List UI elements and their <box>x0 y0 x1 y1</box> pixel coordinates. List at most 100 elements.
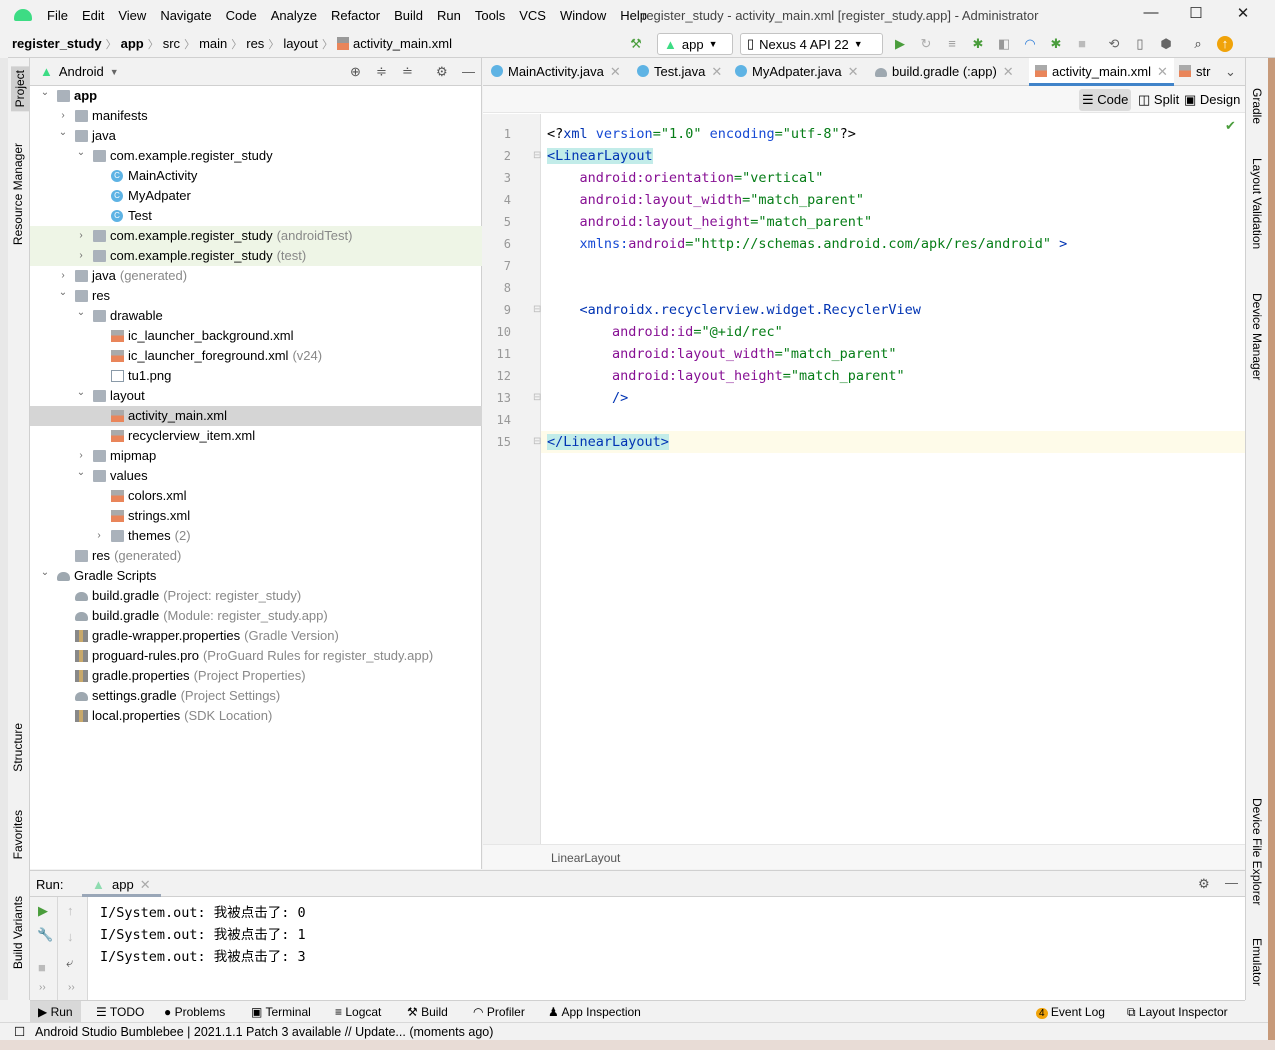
editor-breadcrumb[interactable]: LinearLayout <box>483 844 1245 869</box>
code-line[interactable]: android:orientation="vertical" <box>547 167 824 189</box>
stop-icon[interactable]: ■ <box>38 960 46 975</box>
tree-item[interactable]: C Test <box>30 206 482 226</box>
avd-manager-icon[interactable]: ▯ <box>1132 36 1148 52</box>
up-arrow-icon[interactable]: ↑ <box>67 903 74 918</box>
crumb-src[interactable]: src <box>159 36 184 51</box>
close-tab-icon[interactable]: ✕ <box>711 64 722 79</box>
tree-item[interactable]: proguard-rules.pro (ProGuard Rules for re… <box>30 646 482 666</box>
tree-item[interactable]: C MainActivity <box>30 166 482 186</box>
editor-tab[interactable]: build.gradle (:app) ✕ <box>869 58 1020 86</box>
close-tab-icon[interactable]: ✕ <box>1003 64 1014 79</box>
device-select[interactable]: ▯ Nexus 4 API 22 ▼ <box>740 33 883 55</box>
close-button[interactable]: ✕ <box>1232 4 1254 26</box>
tree-item[interactable]: ⌄ app <box>30 86 482 106</box>
run-tab-app[interactable]: ▲ app ✕ <box>82 871 161 897</box>
menu-file[interactable]: File <box>40 8 75 23</box>
tool-tab-layout-inspector[interactable]: ⧉ Layout Inspector <box>1127 1005 1228 1020</box>
tree-item[interactable]: › mipmap <box>30 446 482 466</box>
menu-refactor[interactable]: Refactor <box>324 8 387 23</box>
code-line[interactable]: android:id="@+id/rec" <box>547 321 783 343</box>
chevron-down-icon[interactable]: ⌄ <box>76 463 86 483</box>
locate-icon[interactable]: ⊕ <box>350 64 361 80</box>
expand-all-icon[interactable]: ≑ <box>376 64 387 80</box>
editor-tab[interactable]: Test.java ✕ <box>631 58 728 86</box>
tree-item[interactable]: ⌄ com.example.register_study <box>30 146 482 166</box>
tool-structure[interactable]: Structure <box>11 723 25 772</box>
crumb-layout[interactable]: layout <box>279 36 322 51</box>
tool-gradle[interactable]: Gradle <box>1250 88 1264 124</box>
code-line[interactable]: android:layout_width="match_parent" <box>547 343 896 365</box>
tree-item[interactable]: › themes (2) <box>30 526 482 546</box>
chevron-down-icon[interactable]: ⌄ <box>58 123 68 143</box>
menu-navigate[interactable]: Navigate <box>153 8 218 23</box>
code-line[interactable]: </LinearLayout> <box>547 431 669 453</box>
chevron-right-icon[interactable]: › <box>76 226 86 246</box>
tree-item[interactable]: ic_launcher_background.xml <box>30 326 482 346</box>
menu-run[interactable]: Run <box>430 8 468 23</box>
mode-code-button[interactable]: ☰ Code <box>1079 89 1132 111</box>
tree-item[interactable]: › manifests <box>30 106 482 126</box>
chevron-down-icon[interactable]: ⌄ <box>40 563 50 583</box>
tool-resource-manager[interactable]: Resource Manager <box>11 143 25 245</box>
code-line[interactable]: <LinearLayout <box>547 145 653 167</box>
gear-icon[interactable]: ⚙ <box>1198 876 1210 892</box>
tree-item[interactable]: local.properties (SDK Location) <box>30 706 482 726</box>
code-line[interactable]: android:layout_width="match_parent" <box>547 189 864 211</box>
collapse-all-icon[interactable]: ≐ <box>402 64 413 80</box>
tree-item[interactable]: › com.example.register_study (androidTest) <box>30 226 482 246</box>
apply-changes-icon[interactable]: ↻ <box>918 36 934 52</box>
tree-item[interactable]: strings.xml <box>30 506 482 526</box>
tool-tab-app-inspection[interactable]: ♟ App Inspection <box>548 1005 641 1019</box>
soft-wrap-icon[interactable]: ⤶ <box>66 955 73 971</box>
tree-item[interactable]: › com.example.register_study (test) <box>30 246 482 266</box>
tabs-overflow-chevron-icon[interactable]: ⌄ <box>1225 64 1236 80</box>
maximize-button[interactable]: ☐ <box>1185 4 1207 26</box>
crumb-main[interactable]: main <box>195 36 231 51</box>
editor-tab[interactable]: str <box>1173 58 1216 86</box>
build-hammer-icon[interactable]: ⚒ <box>628 36 644 52</box>
chevron-down-icon[interactable]: ⌄ <box>76 383 86 403</box>
fold-marker-icon[interactable]: ⊟ <box>533 436 541 447</box>
tree-item[interactable]: ⌄ java <box>30 126 482 146</box>
tree-item[interactable]: › java (generated) <box>30 266 482 286</box>
tool-tab-build[interactable]: ⚒ Build <box>407 1005 448 1019</box>
down-arrow-icon[interactable]: ↓ <box>67 929 74 944</box>
code-line[interactable]: <androidx.recyclerview.widget.RecyclerVi… <box>547 299 921 321</box>
project-view-select[interactable]: Android <box>59 64 104 79</box>
editor-tab[interactable]: activity_main.xml ✕ <box>1029 58 1174 86</box>
menu-vcs[interactable]: VCS <box>512 8 553 23</box>
tree-item[interactable]: ic_launcher_foreground.xml (v24) <box>30 346 482 366</box>
menu-edit[interactable]: Edit <box>75 8 111 23</box>
menu-code[interactable]: Code <box>219 8 264 23</box>
menu-tools[interactable]: Tools <box>468 8 512 23</box>
tree-item[interactable]: C MyAdpater <box>30 186 482 206</box>
editor-tab[interactable]: MyAdpater.java ✕ <box>729 58 865 86</box>
tree-item[interactable]: ⌄ Gradle Scripts <box>30 566 482 586</box>
minimize-button[interactable]: — <box>1140 4 1162 26</box>
chevron-down-icon[interactable]: ▼ <box>110 67 119 77</box>
tree-item[interactable]: gradle.properties (Project Properties) <box>30 666 482 686</box>
profile-icon[interactable]: ◠ <box>1022 36 1038 52</box>
wrench-icon[interactable]: 🔧 <box>37 927 53 943</box>
code-line[interactable]: <?xml version="1.0" encoding="utf-8"?> <box>547 123 856 145</box>
menu-build[interactable]: Build <box>387 8 430 23</box>
stop-icon[interactable]: ■ <box>1074 36 1090 52</box>
tool-emulator[interactable]: Emulator <box>1250 938 1264 986</box>
menu-view[interactable]: View <box>111 8 153 23</box>
tree-item[interactable]: gradle-wrapper.properties (Gradle Version… <box>30 626 482 646</box>
debug-attach-icon[interactable]: ✱ <box>1048 36 1064 52</box>
sdk-manager-icon[interactable]: ⬢ <box>1158 36 1174 52</box>
chevron-right-icon[interactable]: › <box>94 526 104 546</box>
update-icon[interactable]: ↑ <box>1217 36 1233 52</box>
fold-marker-icon[interactable]: ⊟ <box>533 150 541 161</box>
code-line[interactable]: android:layout_height="match_parent" <box>547 365 905 387</box>
code-line[interactable]: /> <box>547 387 628 409</box>
chevron-down-icon[interactable]: ⌄ <box>76 303 86 323</box>
more-icon[interactable]: ›› <box>39 982 46 993</box>
close-tab-icon[interactable]: ✕ <box>140 877 151 892</box>
tree-item[interactable]: tu1.png <box>30 366 482 386</box>
tree-item[interactable]: recyclerview_item.xml <box>30 426 482 446</box>
sync-gradle-icon[interactable]: ⟲ <box>1106 36 1122 52</box>
crumb-project[interactable]: register_study <box>8 36 106 51</box>
chevron-right-icon[interactable]: › <box>76 246 86 266</box>
